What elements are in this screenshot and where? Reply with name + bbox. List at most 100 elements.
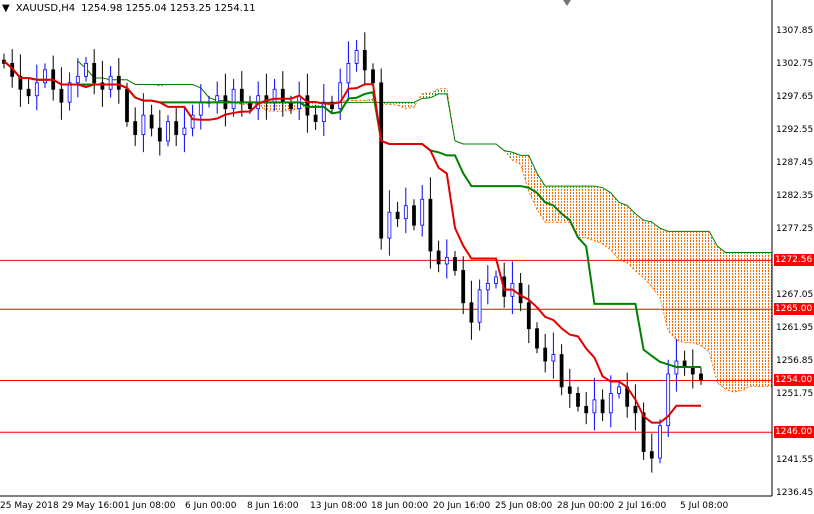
level-price-tag: 1265.00 xyxy=(774,303,814,316)
candle-body xyxy=(551,354,556,362)
ichimoku-cloud-segment xyxy=(725,252,734,393)
candle-body xyxy=(658,425,662,459)
ichimoku-cloud-segment xyxy=(692,231,701,346)
price-axis-label: 1251.75 xyxy=(776,389,814,399)
candle-body xyxy=(649,451,654,459)
ichimoku-cloud-segment xyxy=(438,88,447,94)
candle-body xyxy=(354,50,359,64)
candle-body xyxy=(182,127,187,135)
candle-body xyxy=(412,205,416,226)
ichimoku-cloud-segment xyxy=(586,186,595,241)
time-axis-label: 29 May 16:00 xyxy=(62,501,124,511)
senkou-span-a xyxy=(77,60,772,393)
level-price-tag: 1272.56 xyxy=(774,254,814,267)
ichimoku-cloud-segment xyxy=(750,252,759,387)
ichimoku-cloud-segment xyxy=(758,252,767,387)
candle-body xyxy=(280,88,285,103)
ichimoku-cloud-segment xyxy=(602,187,611,251)
candle-body xyxy=(690,367,695,375)
candle-body xyxy=(43,69,47,84)
candle-body xyxy=(608,392,613,414)
level-price-tag: 1254.00 xyxy=(774,374,814,387)
candle-body xyxy=(485,282,490,291)
candle-body xyxy=(125,88,129,123)
candle-body xyxy=(617,386,621,394)
candle-body xyxy=(166,121,170,142)
candle-body xyxy=(67,82,72,103)
candle-body xyxy=(444,257,449,265)
price-axis-label: 1282.35 xyxy=(776,191,814,201)
ichimoku-cloud-segment xyxy=(717,246,726,390)
ichimoku-cloud-segment xyxy=(701,231,710,352)
candle-body xyxy=(272,88,277,103)
candle-body xyxy=(26,88,31,97)
candle-body xyxy=(346,62,351,84)
ichimoku-cloud-segment xyxy=(266,102,275,112)
candle-body xyxy=(371,69,375,84)
candle-body xyxy=(567,386,572,394)
price-axis-label: 1287.45 xyxy=(776,158,814,168)
candle-body xyxy=(379,82,384,239)
ichimoku-cloud-segment xyxy=(619,202,628,263)
ichimoku-cloud-segment xyxy=(660,228,669,331)
candle-body xyxy=(461,270,466,304)
time-axis-label: 8 Jun 16:00 xyxy=(247,501,299,511)
candle-body xyxy=(526,302,531,330)
shift-marker-icon[interactable] xyxy=(563,0,571,6)
candle-body xyxy=(494,276,498,284)
time-axis-label: 6 Jun 00:00 xyxy=(185,501,237,511)
time-axis-label: 25 Jun 08:00 xyxy=(495,501,553,511)
candle-body xyxy=(141,114,146,135)
candle-body xyxy=(157,127,162,142)
candle-body xyxy=(403,205,408,220)
price-axis-label: 1267.05 xyxy=(776,290,814,300)
candle-body xyxy=(108,75,113,90)
level-price-tag: 1246.00 xyxy=(774,426,814,439)
candle-body xyxy=(469,302,474,323)
price-axis-label: 1302.75 xyxy=(776,59,814,69)
candle-body xyxy=(559,354,564,388)
candle-body xyxy=(92,62,97,84)
candle-body xyxy=(231,88,236,110)
candle-body xyxy=(576,392,580,407)
time-axis-label: 2 Jul 16:00 xyxy=(618,501,667,511)
price-axis-label: 1261.95 xyxy=(776,323,814,333)
time-axis-label: 1 Jun 08:00 xyxy=(124,501,176,511)
candle-body xyxy=(174,121,179,135)
candle-body xyxy=(518,282,523,304)
price-axis-label: 1297.65 xyxy=(776,92,814,102)
ichimoku-cloud-segment xyxy=(627,205,636,272)
ichimoku-cloud-segment xyxy=(733,252,742,393)
price-chart[interactable] xyxy=(0,0,814,514)
candle-body xyxy=(84,62,88,77)
ichimoku-cloud-segment xyxy=(635,213,644,278)
candle-body xyxy=(395,211,400,220)
candle-body xyxy=(75,75,80,84)
ichimoku-cloud-segment xyxy=(668,231,677,341)
candle-body xyxy=(215,95,220,103)
candle-body xyxy=(133,121,138,135)
candle-body xyxy=(535,328,539,349)
ichimoku-cloud-segment xyxy=(578,186,587,238)
time-axis-label: 25 May 2018 xyxy=(0,501,59,511)
ichimoku-cloud-segment xyxy=(610,192,619,260)
candle-body xyxy=(592,399,597,414)
price-axis-label: 1277.25 xyxy=(776,224,814,234)
price-axis-label: 1292.55 xyxy=(776,125,814,135)
candle-body xyxy=(59,88,64,103)
price-axis-label: 1241.55 xyxy=(776,455,814,465)
senkou-span-b xyxy=(77,60,772,253)
candle-body xyxy=(436,250,441,265)
candle-body xyxy=(338,82,343,110)
ichimoku-cloud-segment xyxy=(766,252,772,387)
price-axis-label: 1236.45 xyxy=(776,488,814,498)
ichimoku-cloud-segment xyxy=(742,252,751,391)
candle-body xyxy=(633,405,638,414)
candle-body xyxy=(420,198,425,226)
candle-body xyxy=(600,399,605,414)
time-axis-label: 20 Jun 16:00 xyxy=(433,501,491,511)
candle-body xyxy=(543,347,548,362)
candle-body xyxy=(453,257,457,271)
candle-body xyxy=(116,75,121,90)
ichimoku-cloud-segment xyxy=(553,186,562,223)
